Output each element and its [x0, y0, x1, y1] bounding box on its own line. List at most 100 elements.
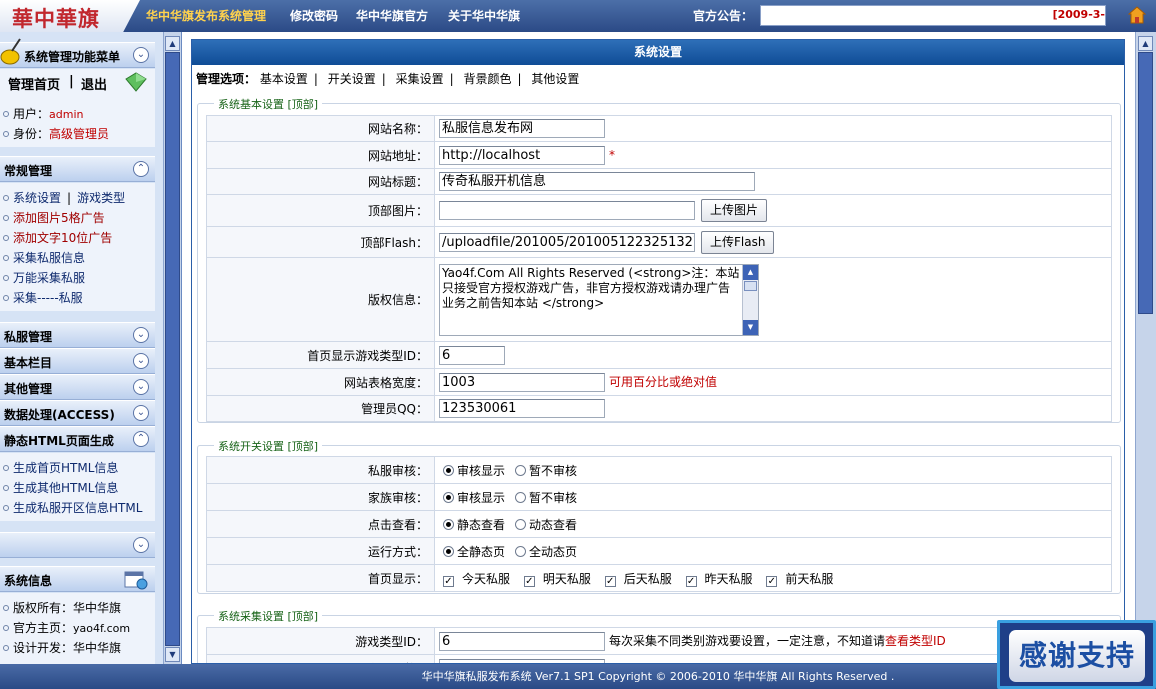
- home-link[interactable]: 管理首页: [8, 74, 60, 93]
- upload-image-button[interactable]: 上传图片: [701, 199, 768, 222]
- switch-settings-section: 系统开关设置 [顶部] 私服审核： 审核显示 暂不审核 家族审核： 审核显示 暂不审…: [197, 438, 1121, 594]
- topnav-official[interactable]: 华中华旗官方: [356, 7, 428, 24]
- notice-text: [2009-3-: [1052, 8, 1105, 21]
- yesterday-checkbox[interactable]: ✓: [685, 575, 697, 587]
- day-before-checkbox[interactable]: ✓: [766, 575, 778, 587]
- notice-marquee[interactable]: [2009-3-: [760, 5, 1106, 26]
- sidebar-section-general[interactable]: 常规管理 ⌃: [0, 156, 155, 182]
- tab-collect[interactable]: 采集设置: [396, 72, 444, 86]
- collect-type-id-input[interactable]: 6: [439, 631, 605, 651]
- topnav-system-admin[interactable]: 华中华旗发布系统管理: [146, 7, 266, 24]
- sidebar-section-empty[interactable]: ⌄: [0, 532, 155, 558]
- user-name: admin: [49, 108, 84, 121]
- chevron-up-icon[interactable]: ⌃: [133, 431, 149, 447]
- sidebar-item-game-types[interactable]: 游戏类型: [77, 191, 125, 205]
- user-row: 用户：admin: [3, 105, 83, 122]
- collect-settings-section: 系统采集设置 [顶部] 游戏类型ID： 6 每次采集不同类别游戏要设置，一定注意，…: [197, 608, 1121, 663]
- topnav-about[interactable]: 关于华中华旗: [448, 7, 520, 24]
- thanks-text: 感谢支持: [1009, 630, 1145, 682]
- scroll-thumb[interactable]: [1138, 52, 1153, 314]
- sidebar-item-system-settings[interactable]: 系统设置 | 游戏类型: [3, 189, 125, 206]
- private-audit-on-radio[interactable]: [443, 464, 454, 476]
- family-audit-on-radio[interactable]: [443, 491, 454, 503]
- logo: 華中華旗: [0, 0, 140, 32]
- required-mark: *: [609, 147, 615, 162]
- logout-link[interactable]: 退出: [81, 74, 107, 93]
- sidebar-item-gen-other[interactable]: 生成其他HTML信息: [3, 479, 118, 496]
- view-type-id-link[interactable]: 查看类型ID: [885, 634, 946, 648]
- chevron-down-icon[interactable]: ⌄: [133, 47, 149, 63]
- day-after-checkbox[interactable]: ✓: [604, 575, 616, 587]
- chevron-down-icon[interactable]: ⌄: [133, 405, 149, 421]
- sidebar-general-items: 系统设置 | 游戏类型 添加图片5格广告 添加文字10位广告 采集私服信息 万能采集…: [0, 183, 155, 311]
- site-url-input[interactable]: http://localhost: [439, 145, 605, 165]
- private-audit-off-radio[interactable]: [515, 464, 527, 476]
- top-image-input[interactable]: [439, 201, 695, 220]
- tab-switch[interactable]: 开关设置: [328, 72, 376, 86]
- run-dynamic-radio[interactable]: [515, 545, 527, 557]
- footer: 华中华旗私服发布系统 Ver7.1 SP1 Copyright © 2006-2…: [0, 664, 1156, 689]
- sidebar-section-html[interactable]: 静态HTML页面生成 ⌃: [0, 426, 155, 452]
- gem-icon: [125, 72, 147, 92]
- top-flash-input[interactable]: /uploadfile/201005/2010051223251327: [439, 232, 695, 252]
- info-copyright: 版权所有：华中华旗: [3, 599, 121, 616]
- tab-other[interactable]: 其他设置: [531, 72, 579, 86]
- run-static-radio[interactable]: [443, 545, 454, 557]
- sysinfo-box: 版权所有：华中华旗 官方主页：yao4f.com 设计开发：华中华旗: [0, 593, 155, 664]
- sidebar-scrollbar[interactable]: ▲ ▼: [163, 32, 181, 664]
- sidebar-section-private[interactable]: 私服管理 ⌄: [0, 322, 155, 348]
- switch-settings-table: 私服审核： 审核显示 暂不审核 家族审核： 审核显示 暂不审核 点击查看： 静态查看…: [206, 456, 1112, 592]
- thanks-badge[interactable]: 感谢支持: [997, 620, 1156, 689]
- tab-color[interactable]: 背景颜色: [464, 72, 512, 86]
- logo-text: 華中華旗: [12, 6, 100, 31]
- sidebar-item-image-ads[interactable]: 添加图片5格广告: [3, 209, 105, 226]
- main-scrollbar[interactable]: ▲ ▼: [1135, 32, 1156, 664]
- site-title-input[interactable]: 传奇私服开机信息: [439, 172, 755, 191]
- sidebar-item-gen-home[interactable]: 生成首页HTML信息: [3, 459, 118, 476]
- top-link[interactable]: [顶部]: [288, 98, 319, 111]
- view-dynamic-radio[interactable]: [515, 518, 527, 530]
- scroll-up-icon[interactable]: ▲: [165, 36, 180, 51]
- top-bar: 華中華旗 华中华旗发布系统管理 修改密码 华中华旗官方 关于华中华旗 官方公告：…: [0, 0, 1156, 32]
- home-icon[interactable]: [1128, 6, 1146, 24]
- home-type-id-input[interactable]: 6: [439, 345, 505, 365]
- view-static-radio[interactable]: [443, 518, 454, 530]
- sidebar-section-basic[interactable]: 基本栏目 ⌄: [0, 348, 155, 374]
- scroll-thumb[interactable]: [165, 52, 180, 646]
- tab-basic[interactable]: 基本设置: [260, 72, 308, 86]
- role-row: 身份：高级管理员: [3, 125, 109, 142]
- admin-qq-input[interactable]: 123530061: [439, 399, 605, 418]
- sidebar-item-collect[interactable]: 采集私服信息: [3, 249, 85, 266]
- site-name-input[interactable]: 私服信息发布网: [439, 119, 605, 138]
- collect-settings-table: 游戏类型ID： 6每次采集不同类别游戏要设置，一定注意，不知道请查看类型ID 私…: [206, 627, 1112, 663]
- family-audit-off-radio[interactable]: [515, 491, 527, 503]
- scroll-down-icon[interactable]: ▼: [165, 647, 180, 662]
- sidebar-section-other[interactable]: 其他管理 ⌄: [0, 374, 155, 400]
- sidebar-item-universal-collect[interactable]: 万能采集私服: [3, 269, 85, 286]
- table-width-input[interactable]: 1003: [439, 372, 605, 392]
- topnav-change-password[interactable]: 修改密码: [290, 7, 338, 24]
- scroll-up-icon: ▲: [743, 264, 758, 280]
- chevron-down-icon[interactable]: ⌄: [133, 327, 149, 343]
- sidebar-item-gen-open[interactable]: 生成私服开区信息HTML: [3, 499, 142, 516]
- user-box: 管理首页 | 退出 用户：admin 身份：高级管理员: [0, 69, 155, 147]
- user-role: 高级管理员: [49, 127, 110, 141]
- upload-flash-button[interactable]: 上传Flash: [701, 230, 775, 254]
- sidebar-item-collect-private[interactable]: 采集-----私服: [3, 289, 83, 306]
- chevron-down-icon[interactable]: ⌄: [133, 379, 149, 395]
- info-developer: 设计开发：华中华旗: [3, 639, 121, 656]
- sidebar-section-data[interactable]: 数据处理(ACCESS) ⌄: [0, 400, 155, 426]
- tomorrow-checkbox[interactable]: ✓: [523, 575, 535, 587]
- textarea-scrollbar[interactable]: ▲ ▼: [742, 264, 758, 335]
- top-link[interactable]: [顶部]: [288, 610, 319, 623]
- copyright-textarea[interactable]: Yao4f.Com All Rights Reserved (<strong>注…: [439, 263, 759, 336]
- today-checkbox[interactable]: ✓: [443, 575, 454, 587]
- left-sidebar: 系统管理功能菜单 ⌄ 管理首页 | 退出 用户：admin 身份：高级管理员 常…: [0, 32, 163, 664]
- top-link[interactable]: [顶部]: [288, 440, 319, 453]
- chevron-down-icon[interactable]: ⌄: [133, 537, 149, 553]
- chevron-up-icon[interactable]: ⌃: [133, 161, 149, 177]
- width-hint: 可用百分比或绝对值: [609, 374, 718, 389]
- sidebar-item-text-ads[interactable]: 添加文字10位广告: [3, 229, 112, 246]
- chevron-down-icon[interactable]: ⌄: [133, 353, 149, 369]
- scroll-up-icon[interactable]: ▲: [1138, 36, 1153, 51]
